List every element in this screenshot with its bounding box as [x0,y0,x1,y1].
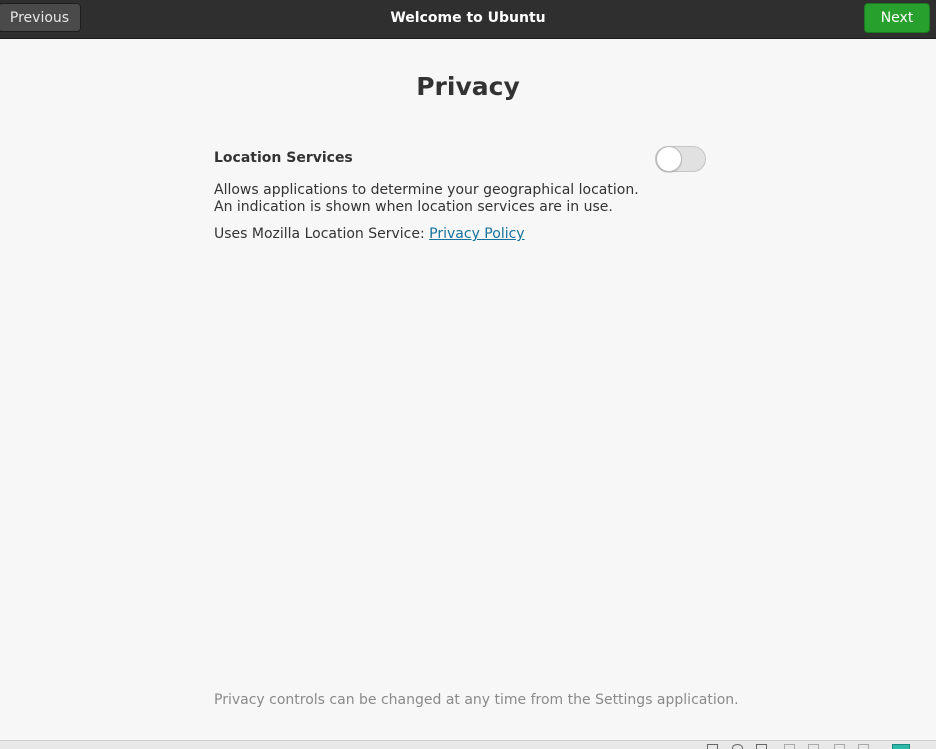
page-title: Privacy [416,72,520,101]
next-button[interactable]: Next [864,3,930,33]
circle-icon[interactable] [732,744,743,749]
box-icon[interactable] [834,744,845,749]
document-icon[interactable] [756,744,767,749]
window-title: Welcome to Ubuntu [390,10,546,26]
provider-text: Uses Mozilla Location Service: [214,226,430,242]
active-app-icon[interactable] [892,744,910,749]
square-icon[interactable] [858,744,869,749]
toggle-knob [656,146,682,172]
location-services-toggle[interactable] [655,146,706,172]
window-icon[interactable] [707,744,718,749]
tray-icon[interactable] [784,744,795,749]
privacy-footer-note: Privacy controls can be changed at any t… [214,692,739,708]
header-bar: Previous Welcome to Ubuntu Next [0,0,936,39]
location-service-provider: Uses Mozilla Location Service: Privacy P… [214,226,525,242]
arrow-icon[interactable] [808,744,819,749]
location-services-description: Allows applications to determine your ge… [214,182,639,215]
privacy-policy-link[interactable]: Privacy Policy [429,226,524,242]
location-services-label: Location Services [214,150,353,166]
